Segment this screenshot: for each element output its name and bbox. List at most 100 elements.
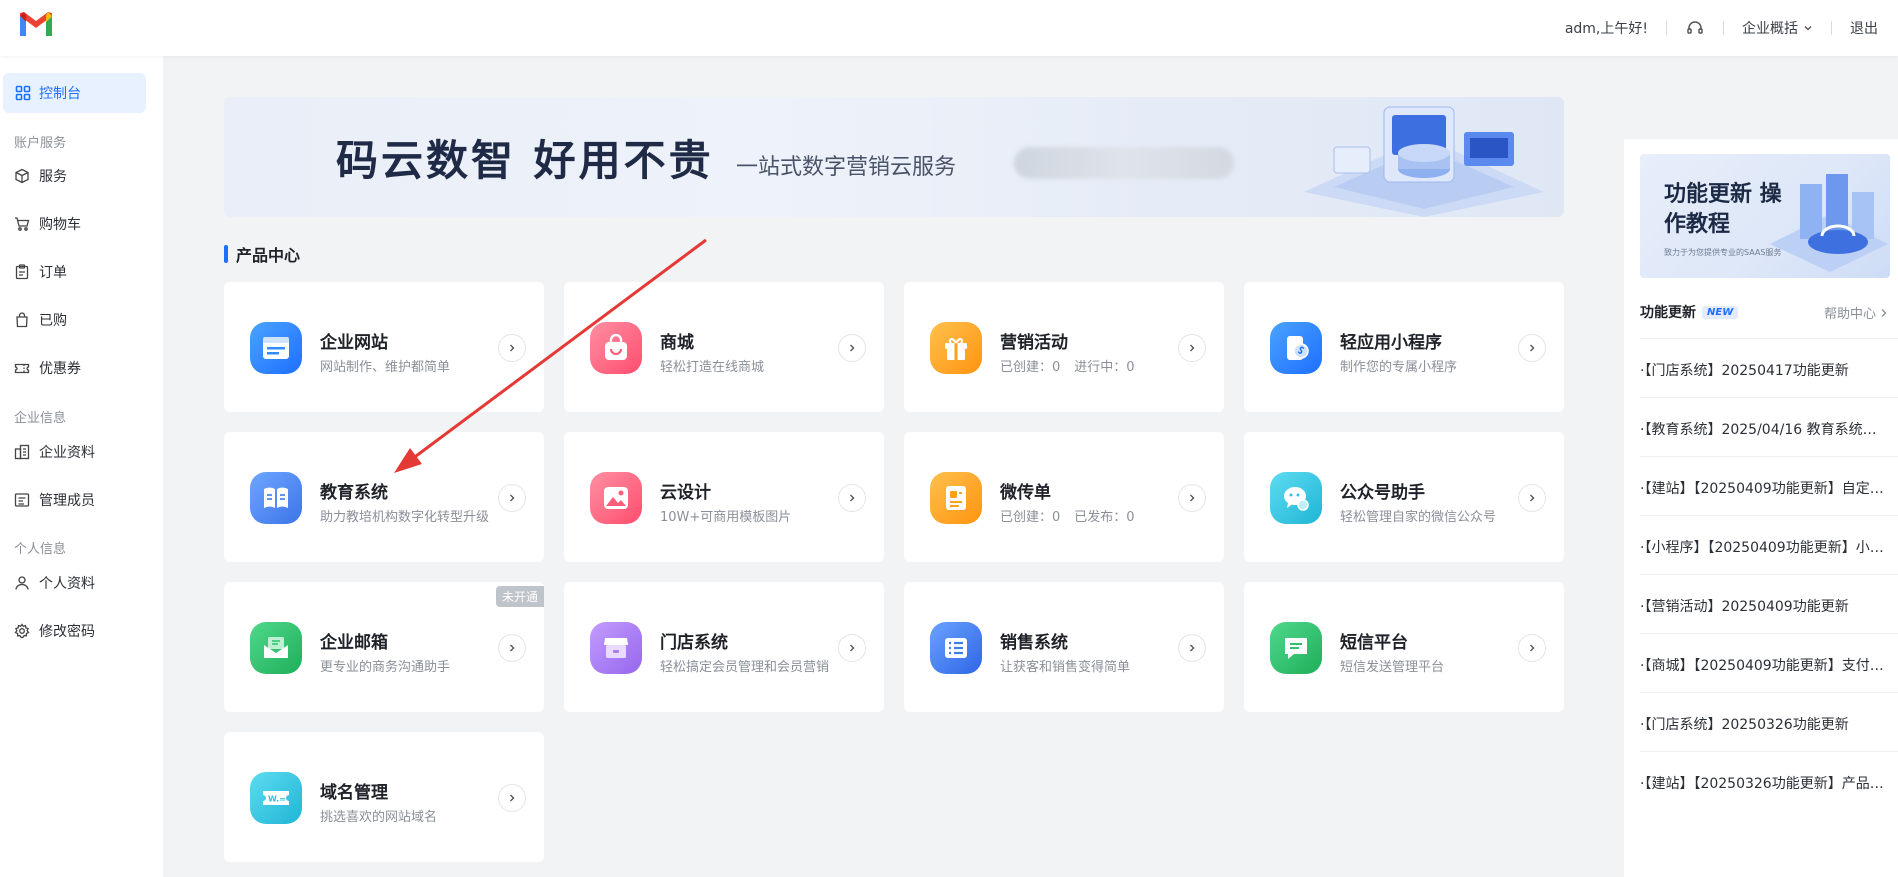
banner-title: 码云数智 好用不贵	[336, 136, 714, 185]
sidebar-group-title: 企业信息	[14, 411, 67, 426]
sidebar-item-company-profile[interactable]: 企业资料	[14, 441, 95, 463]
box-icon	[15, 168, 29, 184]
image-icon	[590, 472, 642, 524]
members-icon	[14, 493, 30, 507]
product-card-sales-system[interactable]: 销售系统 让获客和销售变得简单	[904, 582, 1224, 712]
sidebar-item-service[interactable]: 服务	[14, 165, 67, 187]
card-title: 短信平台	[1340, 633, 1408, 653]
sidebar-item-label: 订单	[39, 265, 67, 281]
not-activated-badge: 未开通	[495, 586, 544, 607]
sidebar-item-dashboard[interactable]: 控制台	[3, 73, 146, 113]
gear-icon	[14, 623, 30, 639]
ticket-icon	[14, 363, 30, 374]
card-description: 已创建：0 进行中：0	[1000, 356, 1135, 375]
sidebar-item-members[interactable]: 管理成员	[14, 489, 95, 511]
product-card-store-system[interactable]: 门店系统 轻松搞定会员管理和会员营销	[564, 582, 884, 712]
chevron-right-icon[interactable]	[1178, 484, 1206, 512]
created-count: 已创建：0	[1000, 510, 1061, 525]
product-card-sms-platform[interactable]: 短信平台 短信发送管理平台	[1244, 582, 1564, 712]
promo-banner[interactable]: 码云数智 好用不贵 一站式数字营销云服务	[224, 97, 1564, 217]
top-header: adm,上午好! 企业概括 退出	[0, 0, 1898, 56]
update-item[interactable]: ·【建站】【20250409功能更新】自定义模块	[1640, 478, 1890, 498]
update-item[interactable]: ·【商城】【20250409功能更新】支付设置	[1640, 655, 1890, 675]
update-item[interactable]: ·【小程序】【20250409功能更新】小程序	[1640, 537, 1890, 557]
enterprise-dropdown-label: 企业概括	[1742, 21, 1798, 37]
card-description: 让获客和销售变得简单	[1000, 660, 1131, 675]
card-title: 教育系统	[320, 483, 388, 503]
book-icon	[250, 472, 302, 524]
sidebar-item-orders[interactable]: 订单	[14, 261, 67, 283]
banner-illustration	[1304, 106, 1544, 217]
tutorial-banner[interactable]: 功能更新 操作教程 致力于为您提供专业的SAAS服务	[1640, 154, 1890, 278]
update-item[interactable]: ·【门店系统】20250326功能更新	[1640, 714, 1890, 734]
chevron-right-icon[interactable]	[1178, 634, 1206, 662]
chevron-right-icon[interactable]	[498, 634, 526, 662]
card-title: 销售系统	[1000, 633, 1068, 653]
product-card-mini-program[interactable]: 轻应用小程序 制作您的专属小程序	[1244, 282, 1564, 412]
product-card-cloud-design[interactable]: 云设计 10W+可商用模板图片	[564, 432, 884, 562]
divider	[1640, 633, 1898, 634]
card-description: 10W+可商用模板图片	[660, 510, 792, 525]
chevron-right-icon[interactable]	[1178, 334, 1206, 362]
product-card-website[interactable]: 企业网站 网站制作、维护都简单	[224, 282, 544, 412]
sidebar-item-purchased[interactable]: 已购	[14, 309, 67, 331]
chevron-right-icon[interactable]	[838, 634, 866, 662]
section-title-marker	[224, 245, 228, 263]
wechat-icon	[1270, 472, 1322, 524]
card-title: 轻应用小程序	[1340, 333, 1442, 353]
chevron-right-icon	[1881, 308, 1887, 317]
chevron-right-icon[interactable]	[838, 334, 866, 362]
product-card-flyer[interactable]: 微传单 已创建：0 已发布：0	[904, 432, 1224, 562]
chevron-right-icon[interactable]	[1518, 484, 1546, 512]
gmail-logo[interactable]	[18, 10, 54, 38]
update-item[interactable]: ·【建站】【20250326功能更新】产品模块	[1640, 773, 1890, 793]
section-title: 产品中心	[224, 242, 300, 266]
sidebar-item-coupons[interactable]: 优惠券	[14, 357, 81, 379]
divider	[1831, 21, 1832, 35]
help-center-link[interactable]: 帮助中心	[1824, 303, 1888, 322]
flyer-icon	[930, 472, 982, 524]
sidebar-item-cart[interactable]: 购物车	[14, 213, 81, 235]
divider	[1723, 21, 1724, 35]
update-item[interactable]: ·【教育系统】2025/04/16 教育系统功能更新	[1640, 419, 1890, 439]
headset-icon[interactable]	[1685, 18, 1705, 38]
card-title: 营销活动	[1000, 333, 1068, 353]
card-description: 挑选喜欢的网站域名	[320, 810, 438, 825]
card-title: 公众号助手	[1340, 483, 1425, 503]
update-item[interactable]: ·【营销活动】20250409功能更新	[1640, 596, 1890, 616]
divider	[1666, 21, 1667, 35]
update-item[interactable]: ·【门店系统】20250417功能更新	[1640, 360, 1890, 380]
card-description: 制作您的专属小程序	[1340, 360, 1458, 375]
chevron-right-icon[interactable]	[838, 484, 866, 512]
sidebar-item-change-password[interactable]: 修改密码	[14, 620, 95, 642]
sidebar-item-label: 管理成员	[39, 493, 95, 509]
enterprise-dropdown[interactable]: 企业概括	[1742, 18, 1813, 38]
sidebar-item-personal-profile[interactable]: 个人资料	[14, 572, 95, 594]
card-description: 轻松打造在线商城	[660, 360, 765, 375]
product-card-wechat-assistant[interactable]: 公众号助手 轻松管理自家的微信公众号	[1244, 432, 1564, 562]
shopping-bag-icon	[590, 322, 642, 374]
card-description: 短信发送管理平台	[1340, 660, 1445, 675]
chevron-right-icon[interactable]	[498, 484, 526, 512]
card-title: 域名管理	[320, 783, 388, 803]
card-description: 轻松管理自家的微信公众号	[1340, 510, 1497, 525]
product-card-domain[interactable]: W.= 域名管理 挑选喜欢的网站域名	[224, 732, 544, 862]
bag-icon	[16, 312, 28, 328]
sidebar-item-label: 企业资料	[39, 445, 95, 461]
chevron-right-icon[interactable]	[498, 784, 526, 812]
sidebar-item-label: 修改密码	[39, 624, 95, 640]
tutorial-illustration	[1770, 174, 1888, 272]
product-card-marketing[interactable]: 营销活动 已创建：0 进行中：0	[904, 282, 1224, 412]
product-card-email[interactable]: 未开通 企业邮箱 更专业的商务沟通助手	[224, 582, 544, 712]
card-description: 网站制作、维护都简单	[320, 360, 451, 375]
product-card-education[interactable]: 教育系统 助力教培机构数字化转型升级	[224, 432, 544, 562]
divider	[1640, 515, 1898, 516]
chevron-right-icon[interactable]	[1518, 634, 1546, 662]
chevron-right-icon[interactable]	[1518, 334, 1546, 362]
chevron-right-icon[interactable]	[498, 334, 526, 362]
product-card-mall[interactable]: 商城 轻松打造在线商城	[564, 282, 884, 412]
mini-program-icon	[1270, 322, 1322, 374]
updates-title: 功能更新	[1640, 305, 1696, 321]
logout-link[interactable]: 退出	[1850, 18, 1878, 38]
card-title: 企业邮箱	[320, 633, 388, 653]
